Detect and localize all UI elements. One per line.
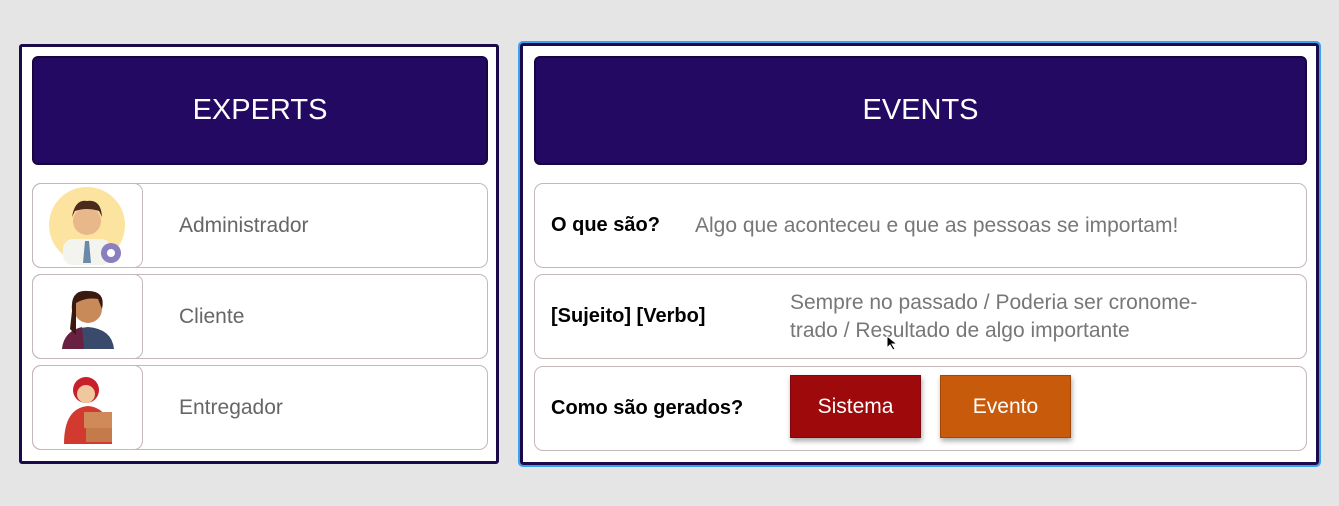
delivery-avatar-icon bbox=[32, 365, 143, 450]
expert-item-administrador[interactable]: Administrador bbox=[32, 183, 488, 268]
experts-header: EXPERTS bbox=[32, 56, 488, 165]
event-row-structure: [Sujeito] [Verbo] Sempre no passado / Po… bbox=[534, 274, 1307, 359]
row-question: O que são? bbox=[551, 214, 660, 236]
expert-label: Administrador bbox=[179, 213, 309, 237]
evento-button[interactable]: Evento bbox=[940, 375, 1071, 438]
event-row-definition: O que são? Algo que aconteceu e que as p… bbox=[534, 183, 1307, 268]
sistema-button[interactable]: Sistema bbox=[790, 375, 921, 438]
row-answer-line: Sempre no passado / Poderia ser cronome- bbox=[790, 290, 1198, 314]
expert-item-cliente[interactable]: Cliente bbox=[32, 274, 488, 359]
experts-panel: EXPERTS Administrador Cliente Entregador bbox=[19, 44, 499, 464]
client-avatar-icon bbox=[32, 274, 143, 359]
row-answer-line: trado / Resultado de algo importante bbox=[790, 318, 1130, 342]
row-question: Como são gerados? bbox=[551, 397, 744, 419]
row-question: [Sujeito] [Verbo] bbox=[551, 305, 706, 327]
row-answer: Algo que aconteceu e que as pessoas se i… bbox=[695, 213, 1179, 237]
mouse-cursor-icon bbox=[886, 335, 899, 351]
event-row-generation: Como são gerados? Sistema Evento bbox=[534, 366, 1307, 451]
expert-label: Cliente bbox=[179, 304, 245, 328]
admin-avatar-icon bbox=[32, 183, 143, 268]
expert-label: Entregador bbox=[179, 395, 283, 419]
expert-item-entregador[interactable]: Entregador bbox=[32, 365, 488, 450]
events-panel[interactable]: EVENTS O que são? Algo que aconteceu e q… bbox=[518, 41, 1321, 467]
events-header: EVENTS bbox=[534, 56, 1307, 165]
